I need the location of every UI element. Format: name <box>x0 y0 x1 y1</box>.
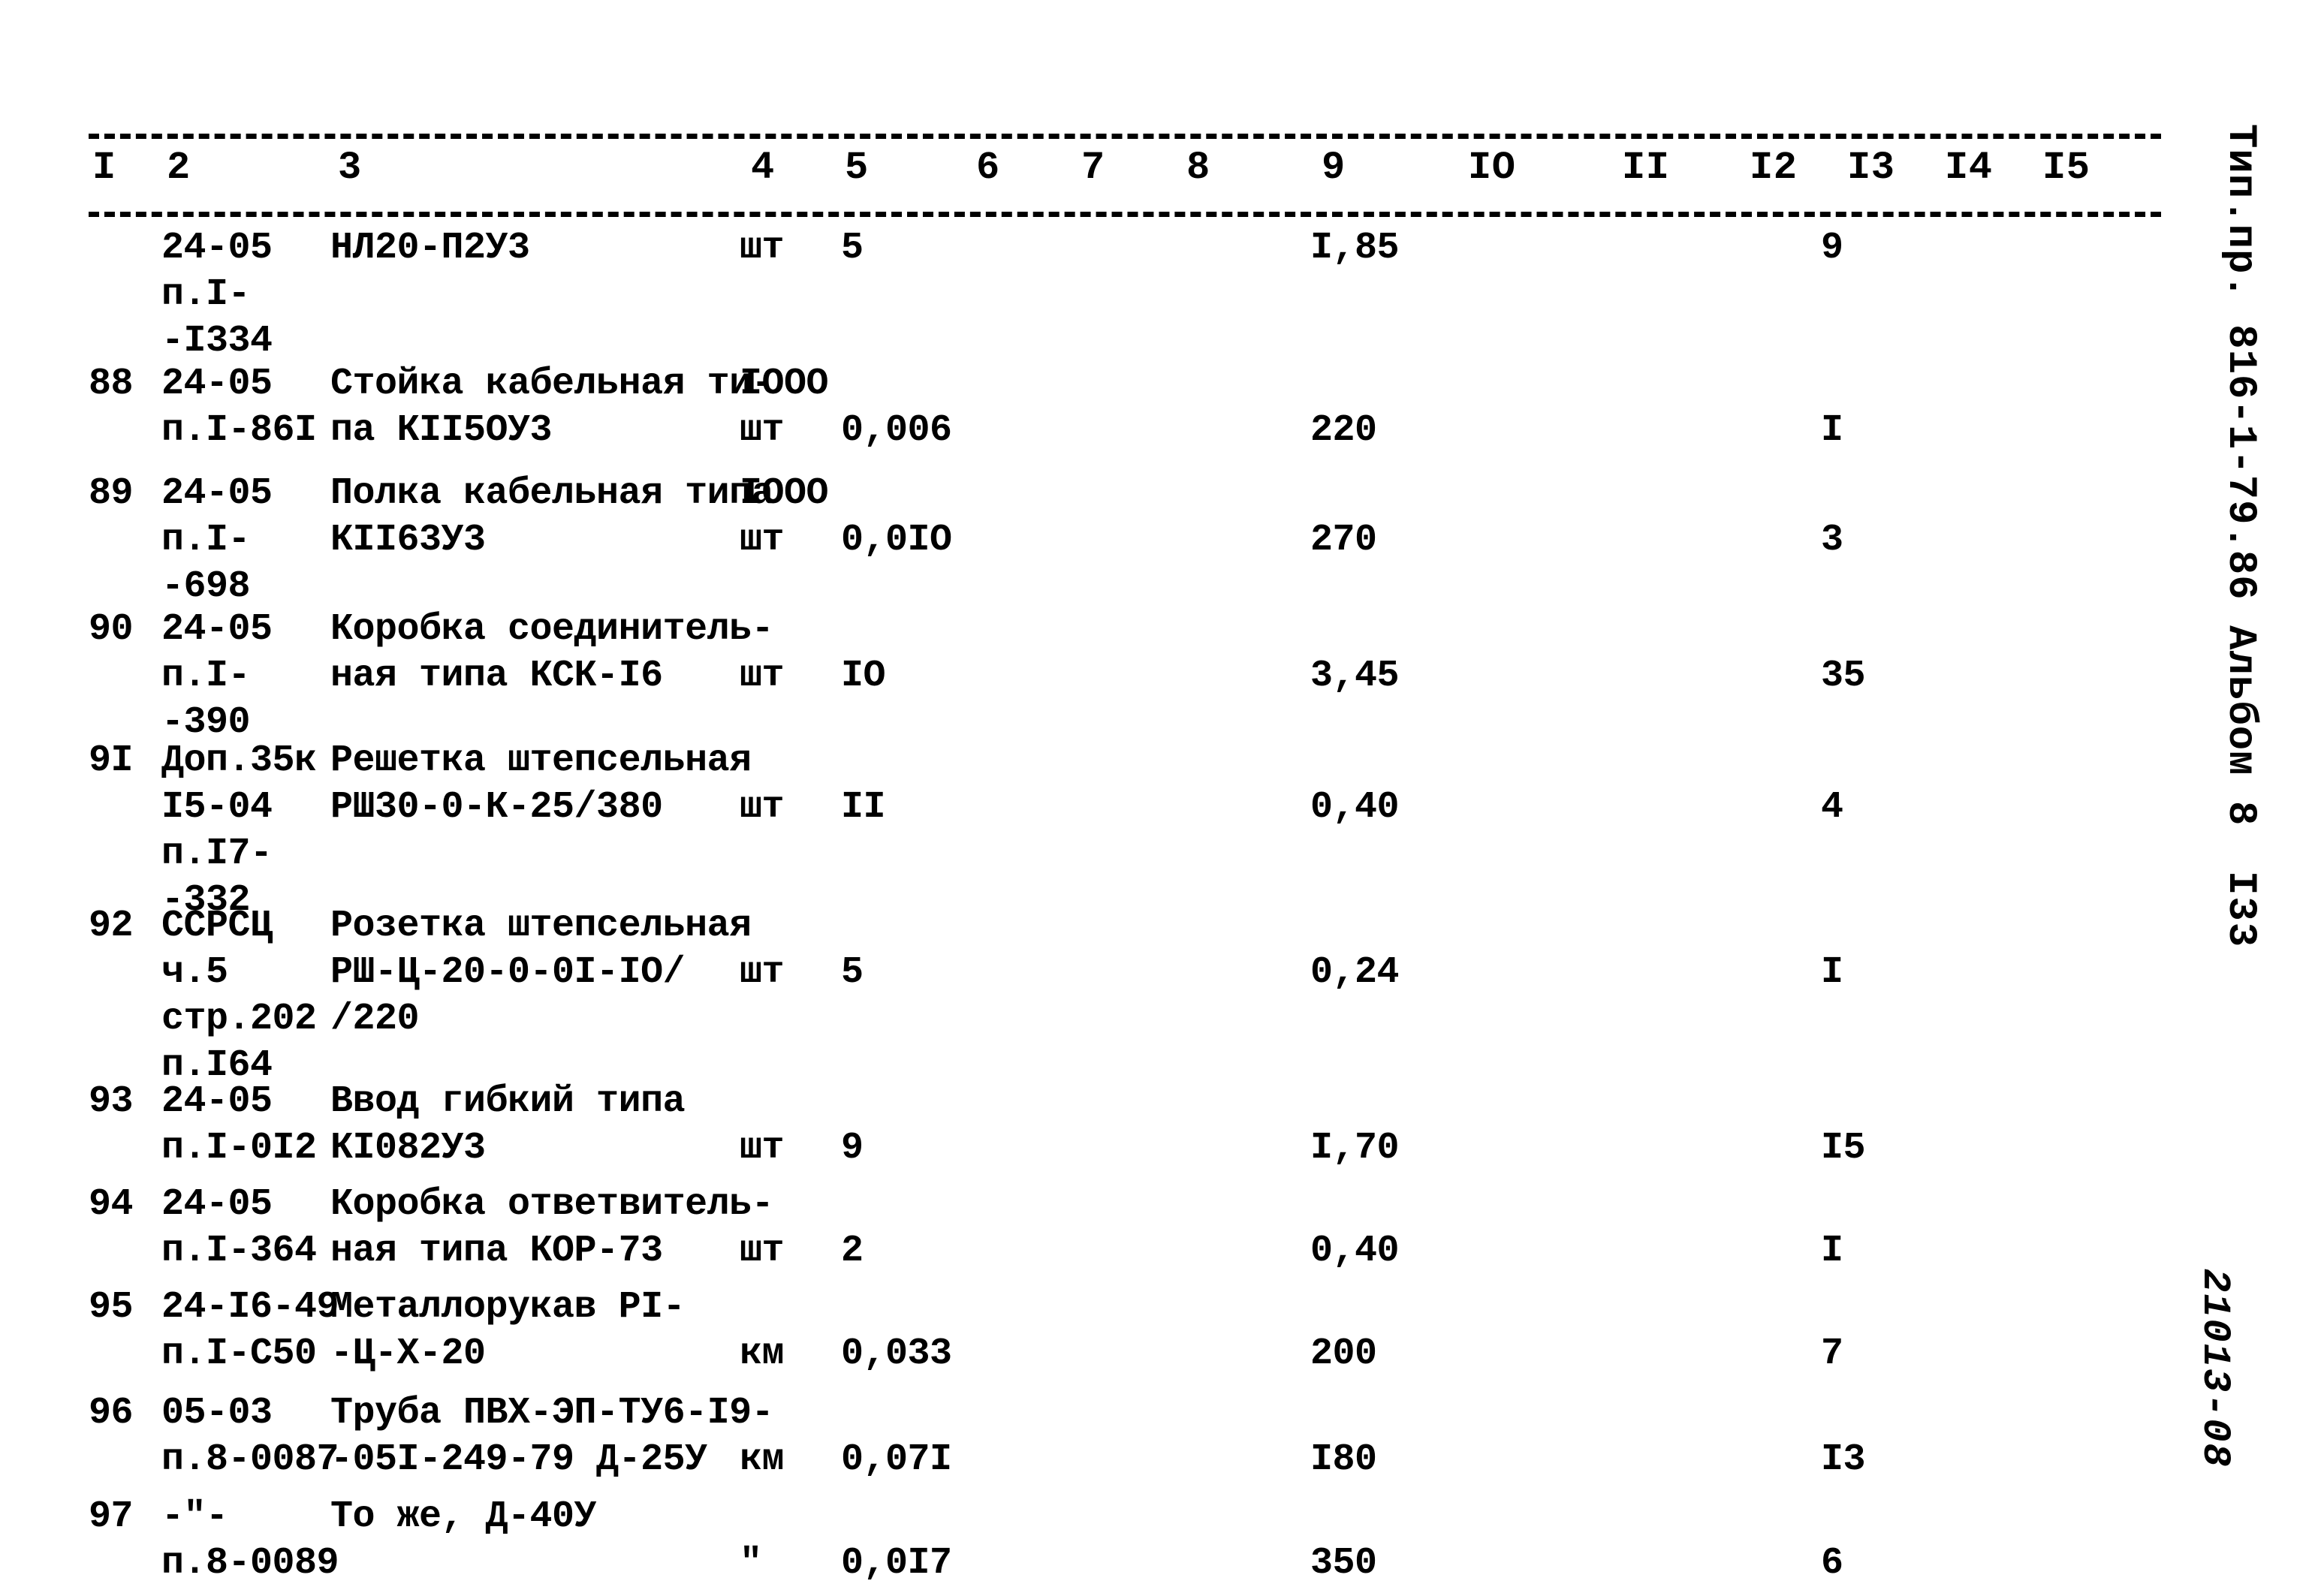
row-col13-cell: 9 <box>1821 227 1843 270</box>
column-header-2: 2 <box>167 146 191 190</box>
row-col9-cell: 270 <box>1310 519 1377 562</box>
row-col9-cell: I,70 <box>1310 1127 1400 1170</box>
column-header-II: II <box>1622 146 1670 190</box>
row-unit-cell: шт <box>740 227 785 270</box>
row-name-cell: Коробка ответвитель- ная типа КОР-73 <box>330 1183 774 1272</box>
row-quantity-cell: IO <box>841 655 886 697</box>
row-number-cell: 96 <box>89 1392 134 1435</box>
row-col13-cell: 6 <box>1821 1542 1843 1585</box>
row-name-cell: Решетка штепсельная РШ30-0-К-25/380 <box>330 739 752 829</box>
row-col13-cell: I <box>1821 951 1843 994</box>
row-quantity-cell: II <box>841 786 886 829</box>
row-unit-cell: км <box>740 1438 785 1481</box>
row-number-cell: 93 <box>89 1080 134 1123</box>
column-header-I3: I3 <box>1847 146 1895 190</box>
scanned-page: I 2 3 4 5 6 7 8 9 IO II I2 I3 I4 I5 24-05 п.I- -I334 НЛ… <box>0 0 2306 1596</box>
column-header-9: 9 <box>1322 146 1346 190</box>
row-col13-cell: I3 <box>1821 1438 1866 1481</box>
row-number-cell: 88 <box>89 363 134 405</box>
column-header-7: 7 <box>1081 146 1105 190</box>
row-col13-cell: I <box>1821 409 1843 452</box>
row-quantity-cell: 2 <box>841 1230 864 1272</box>
row-col13-cell: 4 <box>1821 786 1843 829</box>
row-name-cell: То же, Д-40У <box>330 1495 597 1538</box>
row-number-cell: 94 <box>89 1183 134 1226</box>
column-header-6: 6 <box>976 146 1000 190</box>
row-number-cell: 92 <box>89 905 134 947</box>
row-name-cell: Ввод гибкий типа КI082У3 <box>330 1080 686 1170</box>
header-rule-top <box>89 134 2161 139</box>
row-col9-cell: 0,40 <box>1310 786 1400 829</box>
row-col13-cell: 3 <box>1821 519 1843 562</box>
row-unit-cell: IOOO шт <box>740 363 829 452</box>
row-col13-cell: I5 <box>1821 1127 1866 1170</box>
row-unit-cell: " <box>740 1542 762 1585</box>
row-unit-cell: шт <box>740 951 785 994</box>
row-name-cell: Труба ПВХ-ЭП-ТУ6-I9- -05I-249-79 Д-25У <box>330 1392 774 1481</box>
column-header-I2: I2 <box>1750 146 1798 190</box>
column-header-8: 8 <box>1186 146 1210 190</box>
row-unit-cell: шт <box>740 1127 785 1170</box>
column-header-I5: I5 <box>2042 146 2090 190</box>
margin-page-number: I33 <box>2217 871 2263 949</box>
row-col9-cell: 0,40 <box>1310 1230 1400 1272</box>
row-name-cell: Розетка штепсельная РШ-Ц-20-0-0I-IO/ /22… <box>330 905 752 1040</box>
row-unit-cell: шт <box>740 786 785 829</box>
row-unit-cell: шт <box>740 655 785 697</box>
row-number-cell: 90 <box>89 608 134 651</box>
row-col13-cell: 35 <box>1821 655 1866 697</box>
row-name-cell: НЛ20-П2У3 <box>330 227 530 270</box>
row-col9-cell: 0,24 <box>1310 951 1400 994</box>
column-header-5: 5 <box>845 146 869 190</box>
column-header-IO: IO <box>1468 146 1516 190</box>
row-col9-cell: 220 <box>1310 409 1377 452</box>
row-quantity-cell: 0,033 <box>841 1333 952 1375</box>
row-quantity-cell: 0,0IO <box>841 519 952 562</box>
column-header-I: I <box>92 146 116 190</box>
row-col9-cell: 350 <box>1310 1542 1377 1585</box>
row-unit-cell: IOOO шт <box>740 472 829 562</box>
row-quantity-cell: 9 <box>841 1127 864 1170</box>
row-unit-cell: шт <box>740 1230 785 1272</box>
header-rule-bottom <box>89 212 2161 217</box>
margin-document-title: Тип.пр. 816-1-79.86 Альбом 8 <box>2217 124 2263 827</box>
row-name-cell: Коробка соединитель- ная типа КСК-I6 <box>330 608 774 697</box>
column-header-I4: I4 <box>1945 146 1993 190</box>
row-number-cell: 9I <box>89 739 134 782</box>
row-col13-cell: 7 <box>1821 1333 1843 1375</box>
row-quantity-cell: 0,07I <box>841 1438 952 1481</box>
row-number-cell: 97 <box>89 1495 134 1538</box>
row-col9-cell: I,85 <box>1310 227 1400 270</box>
row-quantity-cell: 0,006 <box>841 409 952 452</box>
row-col9-cell: 3,45 <box>1310 655 1400 697</box>
column-header-3: 3 <box>338 146 362 190</box>
row-number-cell: 89 <box>89 472 134 515</box>
row-name-cell: Полка кабельная типа КII63У3 <box>330 472 774 562</box>
row-quantity-cell: 5 <box>841 227 864 270</box>
row-name-cell: Стойка кабельная ти- па КII5ОУ3 <box>330 363 774 452</box>
margin-document-code: 21013-08 <box>2193 1269 2237 1468</box>
row-quantity-cell: 0,0I7 <box>841 1542 952 1585</box>
row-unit-cell: км <box>740 1333 785 1375</box>
row-col9-cell: 200 <box>1310 1333 1377 1375</box>
row-number-cell: 95 <box>89 1286 134 1329</box>
row-col9-cell: I80 <box>1310 1438 1377 1481</box>
row-quantity-cell: 5 <box>841 951 864 994</box>
column-header-4: 4 <box>751 146 775 190</box>
row-col13-cell: I <box>1821 1230 1843 1272</box>
row-name-cell: Металлорукав РI- -Ц-Х-20 <box>330 1286 686 1375</box>
